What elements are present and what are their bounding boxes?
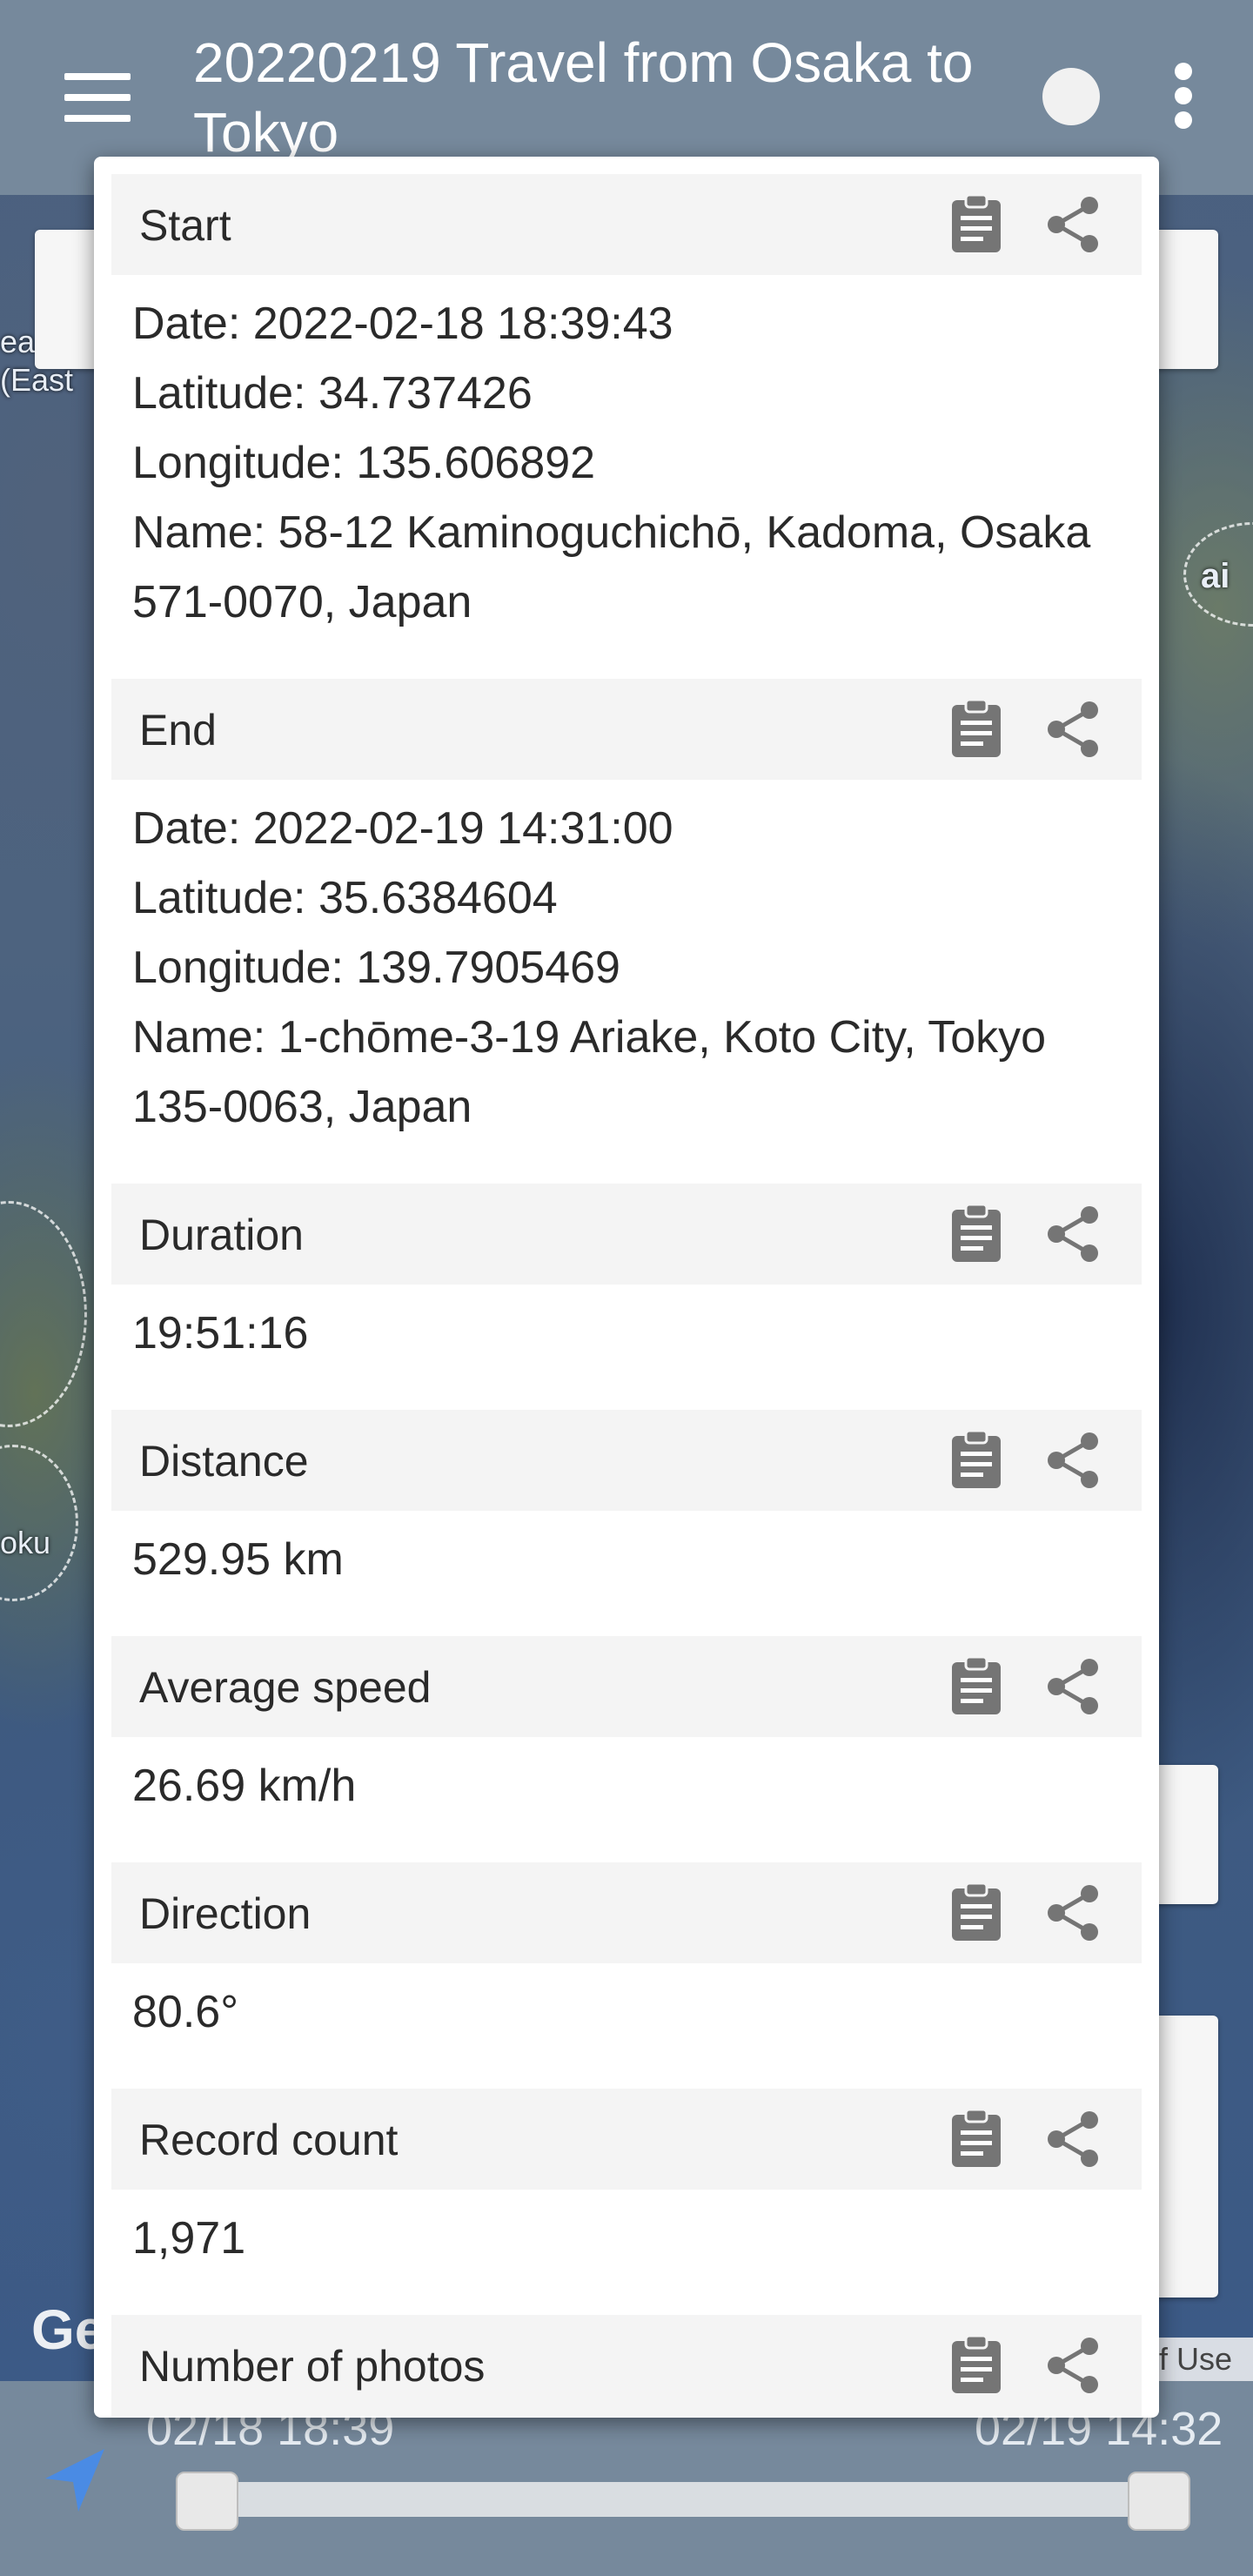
section-header-average-speed: Average speed: [111, 1636, 1142, 1737]
clipboard-icon[interactable]: [948, 2108, 1004, 2169]
section-header-start: Start: [111, 174, 1142, 275]
start-name: Name: 58-12 Kaminoguchichō, Kadoma, Osak…: [132, 507, 1091, 627]
start-date: Date: 2022-02-18 18:39:43: [132, 299, 673, 349]
average-speed-value: 26.69 km/h: [132, 1761, 357, 1811]
section-body-duration: 19:51:16: [132, 1298, 1133, 1368]
section-header-number-of-photos: Number of photos: [111, 2315, 1142, 2416]
clipboard-icon[interactable]: [948, 1655, 1004, 1716]
end-name: Name: 1-chōme-3-19 Ariake, Koto City, To…: [132, 1012, 1047, 1132]
share-icon[interactable]: [1044, 2336, 1103, 2395]
share-icon[interactable]: [1044, 2110, 1103, 2169]
section-header-direction: Direction: [111, 1862, 1142, 1963]
clipboard-icon[interactable]: [948, 1203, 1004, 1264]
section-body-direction: 80.6°: [132, 1977, 1133, 2047]
clipboard-icon[interactable]: [948, 193, 1004, 254]
coastline-boundary: [0, 1445, 78, 1601]
section-body-distance: 529.95 km: [132, 1525, 1133, 1594]
section-body-start: Date: 2022-02-18 18:39:43 Latitude: 34.7…: [132, 289, 1133, 637]
share-icon[interactable]: [1044, 1431, 1103, 1490]
section-title: Direction: [139, 1889, 312, 1938]
map-label: ai: [1201, 557, 1230, 595]
duration-value: 19:51:16: [132, 1308, 309, 1358]
section-title: Start: [139, 201, 231, 250]
section-body-average-speed: 26.69 km/h: [132, 1751, 1133, 1821]
section-body-end: Date: 2022-02-19 14:31:00 Latitude: 35.6…: [132, 794, 1133, 1142]
share-icon[interactable]: [1044, 195, 1103, 254]
distance-value: 529.95 km: [132, 1534, 344, 1585]
section-title: End: [139, 706, 217, 755]
start-longitude: Longitude: 135.606892: [132, 438, 596, 488]
section-title: Distance: [139, 1437, 309, 1486]
start-latitude: Latitude: 34.737426: [132, 368, 533, 419]
track-info-dialog: Start Date: 2022-02-18 18:39:43 Latitude…: [94, 157, 1159, 2418]
time-range-slider[interactable]: [190, 2482, 1164, 2517]
section-header-record-count: Record count: [111, 2089, 1142, 2190]
slider-start-handle[interactable]: [176, 2472, 238, 2531]
navigation-arrow-icon[interactable]: [38, 2444, 111, 2517]
direction-value: 80.6°: [132, 1987, 239, 2037]
clipboard-icon[interactable]: [948, 1882, 1004, 1942]
share-icon[interactable]: [1044, 1657, 1103, 1716]
clipboard-icon[interactable]: [948, 1429, 1004, 1490]
slider-end-handle[interactable]: [1128, 2472, 1190, 2531]
page-title: 20220219 Travel from Osaka to Tokyo: [193, 31, 974, 164]
share-icon[interactable]: [1044, 1204, 1103, 1264]
coastline-boundary: [0, 1201, 87, 1427]
section-header-duration: Duration: [111, 1184, 1142, 1285]
clipboard-icon[interactable]: [948, 2334, 1004, 2395]
end-latitude: Latitude: 35.6384604: [132, 873, 558, 923]
section-title: Record count: [139, 2116, 399, 2164]
end-date: Date: 2022-02-19 14:31:00: [132, 803, 673, 854]
section-body-record-count: 1,971: [132, 2204, 1133, 2273]
more-vert-icon[interactable]: [1169, 63, 1197, 129]
section-title: Number of photos: [139, 2342, 486, 2391]
section-header-end: End: [111, 679, 1142, 780]
terms-of-use-link[interactable]: f Use: [1151, 2338, 1253, 2381]
share-icon[interactable]: [1044, 1883, 1103, 1942]
circle-status-icon[interactable]: [1042, 68, 1100, 125]
section-header-distance: Distance: [111, 1410, 1142, 1511]
map-label: oku: [0, 1525, 51, 1560]
hamburger-menu-icon[interactable]: [64, 73, 131, 122]
section-title: Average speed: [139, 1663, 432, 1712]
record-count-value: 1,971: [132, 2213, 246, 2264]
clipboard-icon[interactable]: [948, 698, 1004, 759]
map-label: ea: [0, 324, 36, 359]
end-longitude: Longitude: 139.7905469: [132, 943, 620, 993]
section-title: Duration: [139, 1211, 304, 1259]
share-icon[interactable]: [1044, 700, 1103, 759]
